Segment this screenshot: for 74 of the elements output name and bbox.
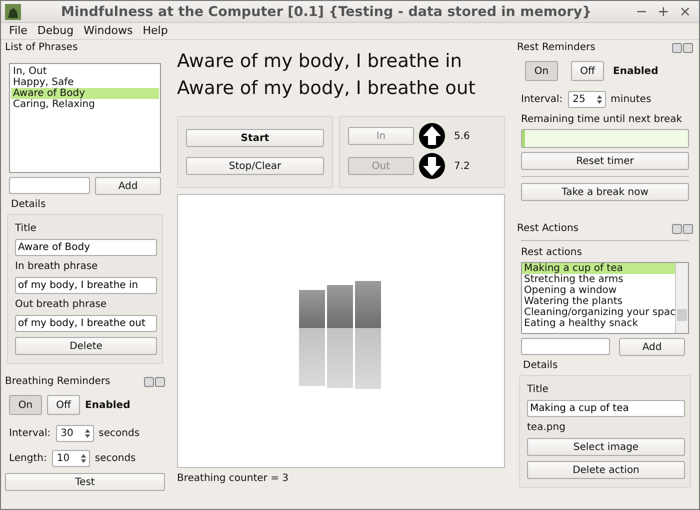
spin-arrows-icon[interactable] (80, 453, 87, 464)
list-item[interactable]: Aware of Body (11, 88, 159, 99)
window-control-button[interactable]: − (632, 4, 652, 20)
spin-arrows-icon[interactable] (84, 428, 91, 439)
menu-item[interactable]: Debug (37, 24, 74, 37)
off-button[interactable]: Off (47, 395, 80, 415)
section-label: Details (10, 199, 47, 210)
off-button[interactable]: Off (571, 61, 604, 81)
list-item[interactable]: Making a cup of tea (522, 263, 675, 274)
title-field[interactable]: Making a cup of tea (527, 400, 685, 417)
panel-title: Rest Actions (517, 223, 578, 234)
interval-spinbox[interactable]: 30 (56, 425, 94, 442)
window-control-button[interactable]: + (654, 4, 674, 20)
list-item[interactable]: Stretching the arms (522, 274, 675, 285)
field-label: Title (527, 384, 550, 395)
delete-button[interactable]: Delete (15, 337, 157, 355)
breath-reading: 7.2 (454, 160, 470, 172)
break-button[interactable]: Take a break now (521, 183, 689, 201)
field-label: Rest actions (520, 247, 583, 258)
field-label: Out breath phrase (15, 299, 108, 310)
on-button[interactable]: On (525, 61, 558, 81)
status-text: Enabled (85, 400, 130, 410)
test-button[interactable]: Test (5, 473, 165, 491)
list-item[interactable]: Opening a window (522, 285, 675, 296)
field-label: Interval: (521, 94, 563, 105)
stop-button[interactable]: Stop/Clear (186, 157, 324, 175)
select-image-button[interactable]: Select image (527, 438, 685, 456)
input-field[interactable] (9, 177, 90, 194)
unit-label: seconds (94, 453, 136, 464)
section-label: Details (522, 360, 559, 371)
unit-label: seconds (98, 428, 140, 439)
field-label: Length: (9, 453, 47, 464)
list-item[interactable]: Eating a healthy snack (522, 318, 675, 329)
arrow-down-icon (419, 153, 445, 179)
list-item[interactable]: Caring, Relaxing (11, 99, 159, 110)
in-breath-phrase: Aware of my body, I breathe in (177, 50, 464, 74)
in-breath-field[interactable]: of my body, I breathe in (15, 277, 157, 294)
menu-item[interactable]: File (9, 24, 28, 37)
panel-title: List of Phrases (5, 42, 78, 53)
menu-item[interactable]: Help (142, 24, 168, 37)
list-item[interactable]: In, Out (11, 66, 159, 77)
list-item[interactable]: Happy, Safe (11, 77, 159, 88)
status-text: Enabled (613, 66, 658, 76)
start-button[interactable]: Start (186, 129, 324, 147)
window-title: Mindfulness at the Computer [0.1] {Testing - data stored in memory} (60, 4, 593, 20)
field-label: Remaining time until next break (520, 114, 684, 125)
field-label: Title (15, 223, 38, 234)
breathing-counter: Breathing counter = 3 (177, 473, 290, 484)
input-field[interactable] (521, 338, 610, 355)
length-spinbox[interactable]: 10 (52, 450, 90, 467)
list-item[interactable]: Cleaning/organizing your spac (522, 307, 675, 318)
reset-timer-button[interactable]: Reset timer (521, 152, 689, 170)
title-field[interactable]: Aware of Body (15, 239, 157, 256)
list-item[interactable]: Watering the plants (522, 296, 675, 307)
out-breath-field[interactable]: of my body, I breathe out (15, 315, 157, 332)
field-label: Interval: (9, 428, 51, 439)
field-label: In breath phrase (15, 261, 99, 272)
delete-action-button[interactable]: Delete action (527, 461, 685, 479)
add-button[interactable]: Add (619, 338, 685, 356)
out-breath-phrase: Aware of my body, I breathe out (177, 77, 476, 101)
panel-title: Rest Reminders (517, 42, 596, 53)
breath-reading: 5.6 (454, 130, 470, 142)
scrollbar[interactable] (675, 263, 688, 333)
unit-label: minutes (610, 94, 652, 105)
window-control-button[interactable]: × (675, 4, 695, 20)
spin-arrows-icon[interactable] (596, 94, 603, 105)
panel-title: Breathing Reminders (5, 376, 110, 387)
menu-item[interactable]: Windows (84, 24, 133, 37)
arrow-up-icon (419, 123, 445, 149)
add-button[interactable]: Add (95, 177, 161, 195)
interval-spinbox[interactable]: 25 (568, 91, 606, 108)
app-icon (5, 4, 21, 20)
image-filename: tea.png (527, 422, 566, 433)
on-button[interactable]: On (9, 395, 42, 415)
